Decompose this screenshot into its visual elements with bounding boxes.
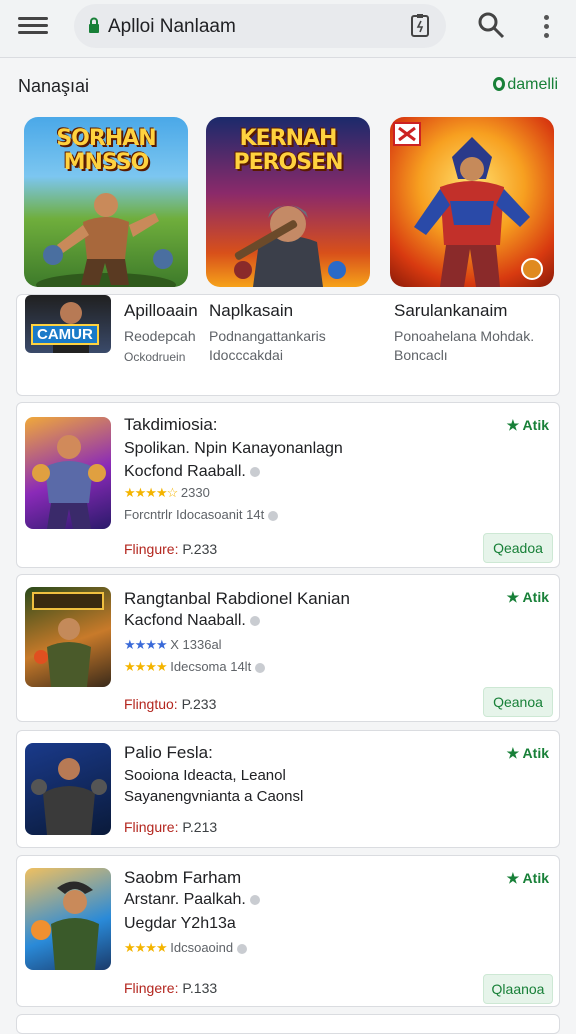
robot-hero-figure (393, 122, 543, 287)
app-meta: Forcntrlr Idocasoanit 14t (124, 507, 279, 522)
app-thumbnail (25, 417, 111, 529)
app-card[interactable]: Takdimiosia: Spolikan. Npin Kanayonanlag… (16, 402, 560, 568)
app-card[interactable]: Rangtanbal Rabdionel Kanian Kacfond Naab… (16, 574, 560, 722)
app-thumbnail (25, 868, 111, 970)
app-meta: ★★★★ Idcsoaoind (124, 940, 248, 956)
info-col-2: Naplkasain Podnangattankaris Idocccakdai (209, 301, 326, 365)
app-card[interactable]: Palio Fesla: Sooiona Ideacta, Leanol Say… (16, 730, 560, 848)
app-thumbnail (25, 587, 111, 687)
chip-icon (255, 662, 266, 673)
info-title: Apilloaain (124, 301, 198, 320)
app-card-partial (16, 1014, 560, 1034)
status-badge: ★ Atik (506, 870, 549, 886)
app-subtitle: Uegdar Y2h13a (124, 915, 236, 932)
info-title: Naplkasain (209, 301, 294, 320)
app-subtitle: Spolikan. Npin Kanayonanlagn (124, 440, 343, 457)
fighter-figure (31, 758, 107, 835)
app-price: Flingere: P.133 (124, 980, 218, 996)
document-icon[interactable] (410, 14, 430, 38)
url-bar[interactable]: Aplloi Nanlaam (74, 4, 446, 48)
info-line: Ponoahelana Mohdak. (394, 328, 535, 344)
app-subtitle: Sayanengvnianta a Caonsl (124, 788, 304, 805)
game-thumbnail[interactable]: CAMUR (25, 295, 111, 353)
app-meta: ★★★★ Idecsoma 14lt (124, 659, 266, 675)
star-rating-icon: ★★★★☆ (124, 485, 178, 500)
app-price: Flingure: P.213 (124, 819, 218, 835)
chip-icon (249, 615, 260, 626)
info-title: Sarulankanaim (394, 301, 508, 320)
info-line: Podnangattankaris (209, 328, 326, 344)
featured-game-2[interactable]: KERNAH PEROSEN (206, 117, 370, 287)
status-badge: ★ Atik (506, 417, 549, 433)
info-sub2: Ockodruein (124, 350, 186, 364)
knight-figure (234, 205, 346, 287)
app-thumbnail (25, 743, 111, 835)
info-col-1: Apilloaain Reodepcah Ockodruein (124, 301, 198, 364)
app-title: Takdimiosia: (124, 415, 218, 434)
open-button[interactable]: Qeadoa (483, 533, 553, 563)
hero-figure (31, 881, 99, 970)
app-title: Palio Fesla: (124, 743, 213, 762)
url-text: Aplloi Nanlaam (108, 16, 236, 37)
info-line: Idocccakdai (209, 347, 283, 363)
thumb-badge: CAMUR (31, 324, 99, 345)
app-subtitle: Arstanr. Paalkah. (124, 889, 260, 911)
app-subtitle: Kocfond Raaball. (124, 461, 260, 483)
featured-game-1[interactable]: SORHAN MNSSO (24, 117, 188, 287)
app-price: Flingtuo: P.233 (124, 696, 217, 712)
app-rating: ★★★★ X 1336al (124, 637, 222, 652)
app-rating: ★★★★☆ 2330 (124, 485, 210, 500)
info-col-3: Sarulankanaim Ponoahelana Mohdak. Boncac… (394, 301, 534, 365)
status-badge: ★ Atik (506, 745, 549, 761)
info-sub: Reodepcah (124, 328, 196, 344)
app-title: Rangtanbal Rabdionel Kanian (124, 589, 350, 608)
see-more-link[interactable]: damelli (493, 76, 558, 94)
chip-icon (237, 943, 248, 954)
app-price: Flingure: P.233 (124, 541, 218, 557)
chip-icon (249, 894, 260, 905)
soldier-figure (32, 592, 104, 687)
star-rating-icon: ★★★★ (124, 940, 168, 955)
app-subtitle: Sooiona Ideacta, Leanol (124, 767, 286, 784)
search-icon[interactable] (476, 10, 506, 40)
star-rating-icon: ★★★★ (124, 637, 168, 652)
app-card[interactable]: Saobm Farham Arstanr. Paalkah. Uegdar Y2… (16, 855, 560, 1007)
more-vert-icon[interactable] (538, 12, 554, 40)
open-button[interactable]: Qlaanoa (483, 974, 553, 1004)
app-subtitle: Kacfond Naaball. (124, 610, 260, 632)
chip-icon (249, 466, 260, 477)
circle-icon (493, 77, 506, 91)
star-rating-icon: ★★★★ (124, 659, 168, 674)
app-title: Saobm Farham (124, 868, 242, 887)
menu-icon[interactable] (18, 14, 48, 38)
featured-game-title: KERNAH PEROSEN (233, 126, 343, 175)
featured-game-3[interactable] (390, 117, 554, 287)
warrior-figure (36, 193, 176, 287)
open-button[interactable]: Qeanoa (483, 687, 553, 717)
section-title: Nanaşıai (18, 76, 90, 96)
brawler-figure (32, 435, 106, 529)
browser-toolbar: Aplloi Nanlaam (0, 0, 576, 58)
chip-icon (268, 510, 279, 521)
status-badge: ★ Atik (506, 589, 549, 605)
info-line: Boncaclı (394, 347, 448, 363)
info-card: CAMUR Apilloaain Reodepcah Ockodruein Na… (16, 294, 560, 396)
lock-icon (89, 17, 99, 33)
